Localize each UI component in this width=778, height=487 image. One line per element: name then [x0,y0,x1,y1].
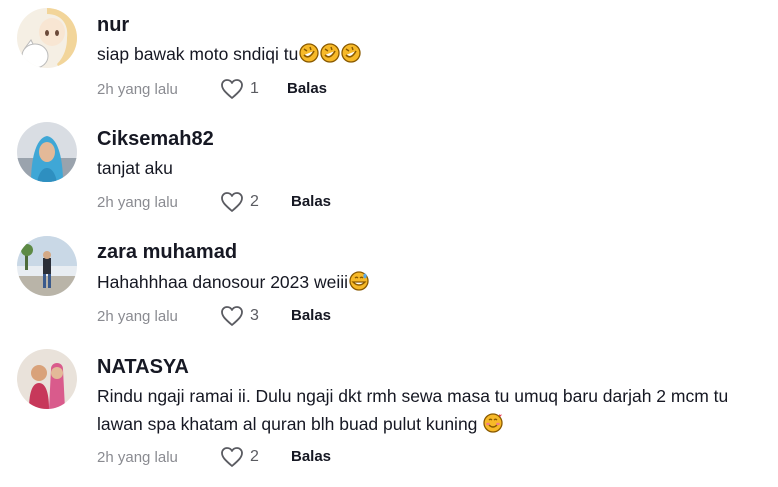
heart-outline-icon [221,447,243,467]
avatar[interactable] [17,349,77,409]
comment-meta: 2h yang lalu 2 [97,190,259,214]
comment-item: NATASYA Rindu ngaji ramai ii. Dulu ngaji… [0,340,778,487]
comment-text-content: siap bawak moto sndiqi tu [97,44,299,64]
comment-username[interactable]: NATASYA [97,356,189,379]
smiling-hearts-emoji [483,413,503,433]
comment-username[interactable]: zara muhamad [97,241,237,264]
avatar[interactable] [17,8,77,68]
comment-text: tanjat aku [97,154,747,182]
comment-text: Hahahhhaa danosour 2023 weiii [97,268,747,296]
comment-meta: 2h yang lalu 2 [97,445,259,469]
reply-button[interactable]: Balas [291,448,331,465]
reply-button[interactable]: Balas [291,307,331,324]
comment-text-content: Rindu ngaji ramai ii. Dulu ngaji dkt rmh… [97,386,729,434]
rofl-emoji [341,43,362,63]
comment-meta: 2h yang lalu 1 [97,77,259,101]
avatar-image [17,122,77,182]
rofl-emoji [299,43,320,63]
comment-username[interactable]: Ciksemah82 [97,128,214,151]
comment-meta: 2h yang lalu 3 [97,304,259,328]
comment-text: siap bawak moto sndiqi tu [97,40,747,68]
comment-time: 2h yang lalu [97,193,178,211]
comment-username[interactable]: nur [97,14,129,37]
avatar[interactable] [17,122,77,182]
heart-outline-icon [221,306,243,326]
comment-time: 2h yang lalu [97,307,178,325]
comment-time: 2h yang lalu [97,80,178,98]
heart-outline-icon [221,79,243,99]
heart-outline-icon [221,192,243,212]
reply-button[interactable]: Balas [291,193,331,210]
like-button[interactable]: 1 [220,78,259,100]
like-count: 2 [250,448,259,465]
comment-text-content: Hahahhhaa danosour 2023 weiii [97,272,349,292]
like-button[interactable]: 2 [220,446,259,468]
comment-text-content: tanjat aku [97,158,173,178]
avatar[interactable] [17,236,77,296]
comment-item: Ciksemah82 tanjat aku 2h yang lalu 2 Bal… [0,110,778,225]
grinning-sweat-emoji [349,271,369,291]
avatar-image [17,349,77,409]
like-button[interactable]: 2 [220,191,259,213]
comment-time: 2h yang lalu [97,448,178,466]
like-button[interactable]: 3 [220,305,259,327]
comment-item: nur siap bawak moto sndiqi tu 2h yang la… [0,0,778,110]
comment-text: Rindu ngaji ramai ii. Dulu ngaji dkt rmh… [97,382,747,438]
like-count: 2 [250,193,259,210]
avatar-image [17,236,77,296]
avatar-image [17,8,77,68]
rofl-emoji [320,43,341,63]
like-count: 1 [250,80,259,97]
like-count: 3 [250,307,259,324]
reply-button[interactable]: Balas [287,80,327,97]
comment-item: zara muhamad Hahahhhaa danosour 2023 wei… [0,225,778,340]
